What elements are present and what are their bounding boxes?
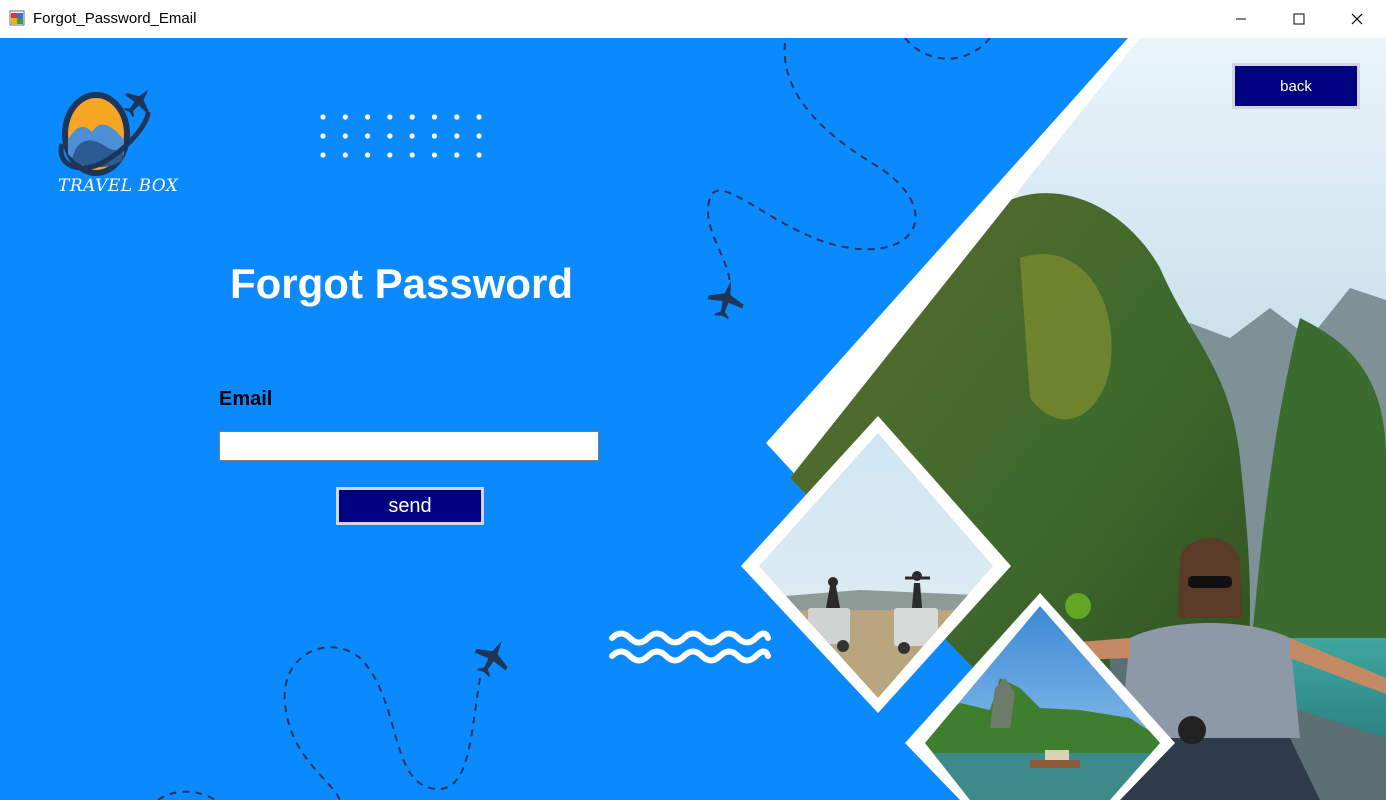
send-button[interactable]: send [336,487,484,525]
app-icon [9,10,25,26]
email-input[interactable] [219,431,599,461]
main-canvas: TRAVEL BOX Forgot Password Email send ba… [0,38,1386,800]
minimize-icon [1236,18,1246,20]
email-label: Email [219,388,273,410]
travel-photo-collage [741,38,1386,800]
close-icon [1351,13,1363,25]
window-titlebar: Forgot_Password_Email [0,0,1386,38]
back-button[interactable]: back [1232,63,1360,109]
logo-text: TRAVEL BOX [58,176,179,196]
close-button[interactable] [1328,0,1386,38]
page-title: Forgot Password [230,260,574,307]
minimize-button[interactable] [1212,0,1270,38]
window-title: Forgot_Password_Email [33,10,197,27]
maximize-button[interactable] [1270,0,1328,38]
maximize-icon [1293,13,1305,25]
